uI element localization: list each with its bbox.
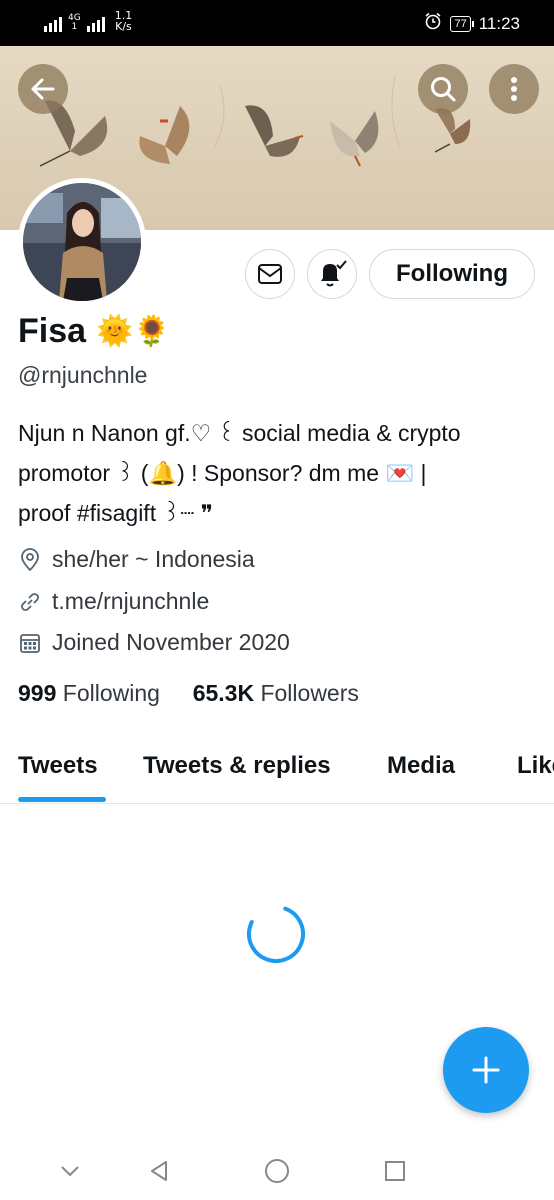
status-left: 4G 1 1.1 K/s	[44, 10, 132, 32]
bell-check-icon	[321, 260, 347, 287]
tab-tweets-replies[interactable]: Tweets & replies	[143, 752, 331, 780]
following-count-link[interactable]: 999 Following	[18, 680, 160, 706]
message-button[interactable]	[245, 249, 295, 299]
network-sim: 1	[71, 22, 78, 32]
compose-tweet-button[interactable]	[443, 1027, 529, 1113]
profile-name: Fisa 🌞🌻	[18, 312, 171, 351]
profile-bio: Njun n Nanon gf.♡ ꒰ social media & crypt…	[18, 413, 538, 533]
followers-count: 65.3K	[192, 680, 255, 706]
more-vertical-icon	[511, 77, 517, 101]
search-icon	[431, 77, 456, 102]
clock: 11:23	[478, 13, 520, 33]
name-emojis: 🌞🌻	[96, 315, 171, 348]
profile-handle: @rnjunchnle	[18, 362, 148, 388]
location-row: she/her ~ Indonesia	[18, 546, 255, 573]
chevron-down-icon	[61, 1166, 79, 1177]
system-home-button[interactable]	[262, 1156, 292, 1186]
system-recents-button[interactable]	[380, 1156, 410, 1186]
signal-icon	[44, 14, 62, 32]
tab-likes[interactable]: Likes	[517, 752, 554, 780]
signal-icon-2	[86, 14, 105, 32]
location-pin-icon	[21, 547, 39, 571]
mail-icon	[258, 264, 282, 284]
joined-row: Joined November 2020	[18, 629, 290, 656]
followers-label: Followers	[260, 680, 359, 706]
link-icon	[21, 592, 39, 611]
notifications-button[interactable]	[307, 249, 357, 299]
followers-count-link[interactable]: 65.3K Followers	[193, 680, 359, 706]
following-label: Following	[62, 680, 160, 706]
avatar-photo	[23, 183, 141, 301]
status-right: 77 11:23	[424, 12, 520, 35]
bio-line-3: proof #fisagift ꒱┈ ❞	[18, 500, 214, 526]
collapse-nav-button[interactable]	[55, 1156, 85, 1186]
following-count: 999	[18, 680, 57, 706]
circle-home-icon	[265, 1159, 289, 1183]
loading-spinner	[247, 905, 305, 963]
location-text: she/her ~ Indonesia	[52, 546, 255, 572]
battery-icon: 77	[450, 15, 475, 32]
plus-icon	[472, 1056, 500, 1084]
link-row: t.me/rnjunchnle	[18, 588, 209, 615]
more-button[interactable]	[489, 64, 539, 114]
follow-counts: 999 Following 65.3K Followers	[18, 680, 359, 707]
tab-media[interactable]: Media	[387, 752, 455, 780]
avatar[interactable]	[18, 178, 146, 306]
status-bar: 4G 1 1.1 K/s 77 11:23	[0, 0, 554, 46]
calendar-icon	[20, 633, 40, 653]
display-name: Fisa	[18, 312, 87, 350]
tab-tweets[interactable]: Tweets	[18, 752, 98, 780]
joined-text: Joined November 2020	[52, 629, 290, 655]
active-tab-indicator	[18, 797, 106, 802]
search-button[interactable]	[418, 64, 468, 114]
profile-tabs: Tweets Tweets & replies Media Likes	[0, 748, 554, 804]
system-back-button[interactable]	[144, 1156, 174, 1186]
profile-link[interactable]: t.me/rnjunchnle	[52, 588, 209, 615]
bio-line-1: Njun n Nanon gf.♡ ꒰ social media & crypt…	[18, 420, 461, 446]
square-recents-icon	[385, 1161, 405, 1181]
following-button[interactable]: Following	[369, 249, 535, 299]
speed-unit: K/s	[115, 20, 132, 33]
triangle-back-icon	[151, 1161, 167, 1181]
back-button[interactable]	[18, 64, 68, 114]
alarm-icon	[424, 12, 442, 35]
bio-line-2: promotor ꒱ (🔔) ! Sponsor? dm me 💌 |	[18, 460, 427, 486]
system-nav-bar	[0, 1138, 554, 1200]
arrow-left-icon	[31, 78, 55, 100]
